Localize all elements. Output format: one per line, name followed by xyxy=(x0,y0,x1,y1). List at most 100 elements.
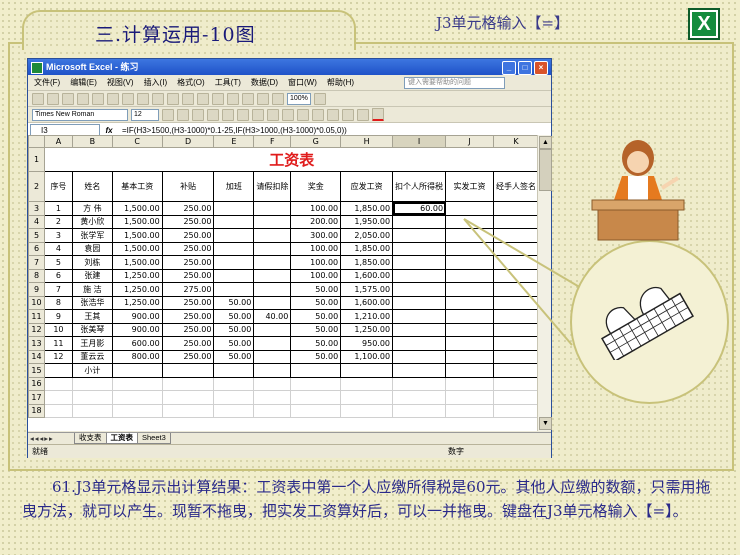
cell[interactable] xyxy=(392,376,447,391)
cell[interactable] xyxy=(213,241,255,256)
cell[interactable]: 1,500.00 xyxy=(111,214,163,229)
cell[interactable] xyxy=(445,403,494,418)
row-header[interactable]: 13 xyxy=(28,336,45,351)
cell[interactable]: 1,600.00 xyxy=(340,268,394,283)
window-titlebar[interactable]: Microsoft Excel - 练习 _ □ × xyxy=(28,59,551,75)
cell[interactable]: 50.00 xyxy=(213,349,255,364)
cell[interactable] xyxy=(492,390,539,405)
cell[interactable]: 3 xyxy=(43,228,73,243)
cell[interactable] xyxy=(492,201,539,216)
header-cell[interactable]: 经手人签名 xyxy=(492,171,539,202)
close-button[interactable]: × xyxy=(534,61,548,75)
header-cell[interactable]: 扣个人所得税 xyxy=(392,171,447,202)
cell[interactable]: 950.00 xyxy=(340,336,394,351)
cell[interactable]: 250.00 xyxy=(161,201,215,216)
minimize-button[interactable]: _ xyxy=(502,61,516,75)
row-header[interactable]: 3 xyxy=(28,201,45,216)
cell[interactable]: 100.00 xyxy=(290,241,342,256)
cell[interactable]: 1,500.00 xyxy=(111,241,163,256)
cell[interactable]: 250.00 xyxy=(161,349,215,364)
row-header[interactable]: 7 xyxy=(28,255,45,270)
cell[interactable] xyxy=(392,268,447,283)
cell[interactable] xyxy=(213,390,255,405)
select-all-corner[interactable] xyxy=(28,135,45,148)
cell[interactable]: 40.00 xyxy=(253,309,292,324)
cell[interactable]: 12 xyxy=(43,349,73,364)
font-name-select[interactable]: Times New Roman xyxy=(32,108,128,121)
row-header[interactable]: 11 xyxy=(28,309,45,324)
menu-view[interactable]: 视图(V) xyxy=(107,77,134,88)
sheet-tab-sheet3[interactable]: Sheet3 xyxy=(137,433,171,444)
menu-data[interactable]: 数据(D) xyxy=(251,77,278,88)
comma-icon[interactable] xyxy=(297,108,309,121)
cell[interactable] xyxy=(392,255,447,270)
cell[interactable]: 1,500.00 xyxy=(111,201,163,216)
cell[interactable] xyxy=(445,390,494,405)
cell[interactable] xyxy=(213,282,255,297)
column-header[interactable]: K xyxy=(492,135,539,148)
align-left-icon[interactable] xyxy=(207,108,219,121)
underline-icon[interactable] xyxy=(192,108,204,121)
cell[interactable]: 董云云 xyxy=(71,349,113,364)
cell[interactable]: 50.00 xyxy=(290,295,342,310)
cell[interactable] xyxy=(71,376,113,391)
open-icon[interactable] xyxy=(47,92,59,105)
cell[interactable]: 4 xyxy=(43,241,73,256)
cell[interactable]: 7 xyxy=(43,282,73,297)
row-header[interactable]: 5 xyxy=(28,228,45,243)
menu-edit[interactable]: 编辑(E) xyxy=(70,77,97,88)
fx-icon[interactable]: fx xyxy=(100,126,118,135)
menu-file[interactable]: 文件(F) xyxy=(34,77,60,88)
cell[interactable] xyxy=(253,255,292,270)
cell[interactable]: 1,250.00 xyxy=(111,295,163,310)
sheet-title-cell[interactable]: 工资表 xyxy=(44,147,539,172)
cell[interactable] xyxy=(111,376,163,391)
cell[interactable]: 50.00 xyxy=(213,322,255,337)
header-cell[interactable]: 应发工资 xyxy=(340,171,394,202)
cell[interactable]: 50.00 xyxy=(213,295,255,310)
cell[interactable]: 250.00 xyxy=(161,255,215,270)
cell[interactable] xyxy=(161,376,215,391)
cell[interactable] xyxy=(213,376,255,391)
paste-icon[interactable] xyxy=(152,92,164,105)
cell[interactable]: 8 xyxy=(43,295,73,310)
cell[interactable]: 50.00 xyxy=(290,282,342,297)
save-icon[interactable] xyxy=(62,92,74,105)
cell[interactable] xyxy=(253,376,292,391)
row-header[interactable]: 4 xyxy=(28,214,45,229)
cell[interactable] xyxy=(340,376,394,391)
cell[interactable] xyxy=(213,403,255,418)
column-header[interactable]: H xyxy=(340,135,394,148)
cell[interactable]: 100.00 xyxy=(290,268,342,283)
new-icon[interactable] xyxy=(32,92,44,105)
cell[interactable] xyxy=(392,241,447,256)
cell[interactable]: 2 xyxy=(43,214,73,229)
cell[interactable] xyxy=(213,214,255,229)
row-header[interactable]: 18 xyxy=(28,403,45,418)
cell[interactable] xyxy=(253,295,292,310)
cell[interactable]: 方 伟 xyxy=(71,201,113,216)
column-header[interactable]: I xyxy=(392,135,447,148)
cell[interactable]: 6 xyxy=(43,268,73,283)
cell[interactable]: 张美琴 xyxy=(71,322,113,337)
row-header[interactable]: 8 xyxy=(28,268,45,283)
scroll-thumb[interactable] xyxy=(539,149,552,191)
cell[interactable]: 黄小欣 xyxy=(71,214,113,229)
cell[interactable] xyxy=(290,390,342,405)
row-header[interactable]: 15 xyxy=(28,363,45,378)
cell[interactable]: 60.00 xyxy=(392,201,447,216)
cell[interactable]: 施 洁 xyxy=(71,282,113,297)
help-search-input[interactable]: 键入需要帮助的问题 xyxy=(404,77,505,89)
menu-help[interactable]: 帮助(H) xyxy=(327,77,354,88)
cut-icon[interactable] xyxy=(122,92,134,105)
cell[interactable]: 1,210.00 xyxy=(340,309,394,324)
cell[interactable] xyxy=(253,214,292,229)
cell[interactable] xyxy=(392,228,447,243)
cell[interactable]: 250.00 xyxy=(161,241,215,256)
align-right-icon[interactable] xyxy=(237,108,249,121)
menu-window[interactable]: 窗口(W) xyxy=(288,77,317,88)
autosum-icon[interactable] xyxy=(212,92,224,105)
cell[interactable] xyxy=(392,363,447,378)
sheet-tab-income[interactable]: 收支表 xyxy=(74,433,107,444)
cell[interactable] xyxy=(253,268,292,283)
